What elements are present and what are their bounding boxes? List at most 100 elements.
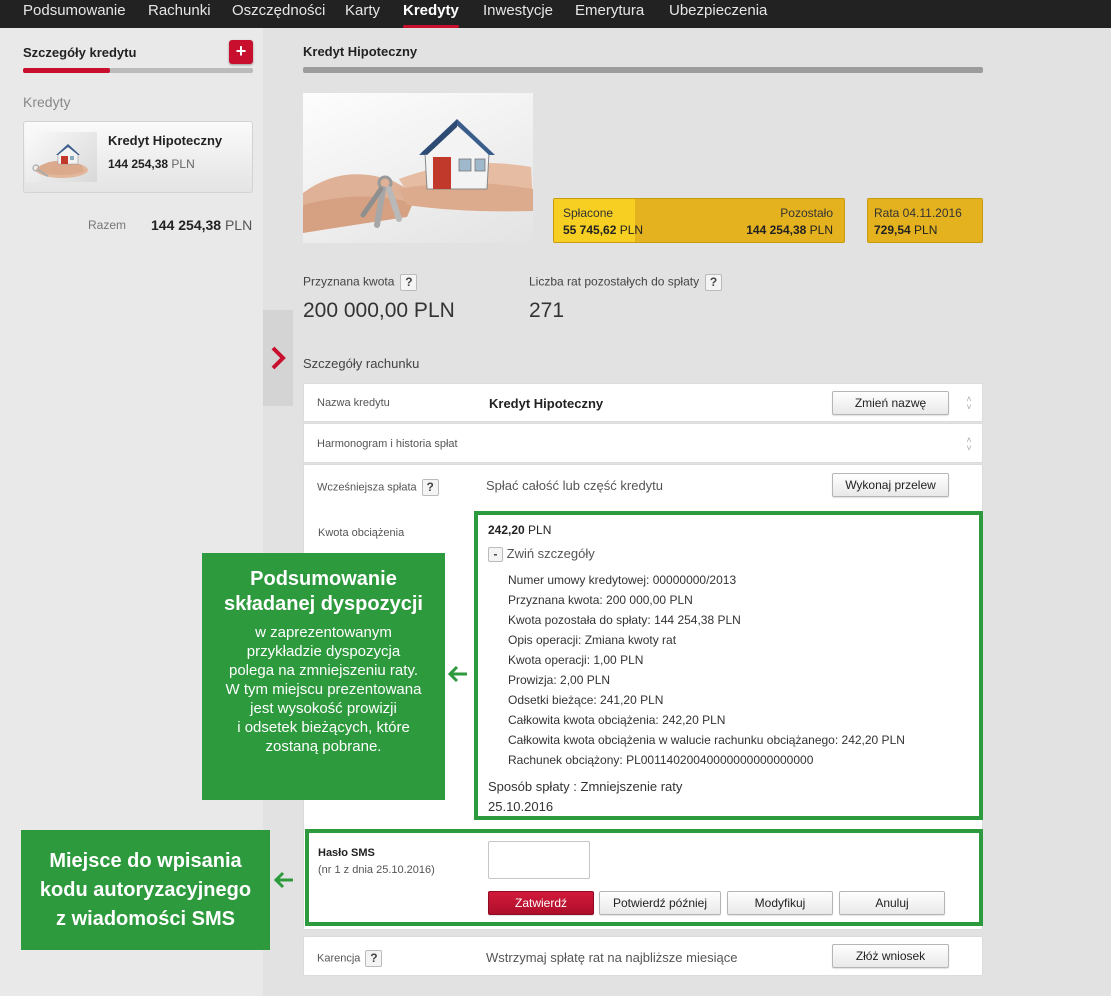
callout-body-line: W tym miejscu prezentowana	[225, 681, 422, 698]
nav-ubezpieczenia[interactable]: Ubezpieczenia	[669, 2, 767, 19]
rename-button[interactable]: Zmień nazwę	[832, 391, 949, 415]
sms-sublabel: (nr 1 z dnia 25.10.2016)	[318, 864, 435, 876]
remaining-installments-label: Liczba rat pozostałych do spłaty?	[529, 274, 723, 291]
detail-line: Opis operacji: Zmiana kwoty rat	[508, 633, 677, 647]
loan-card-name: Kredyt Hipoteczny	[108, 133, 223, 148]
early-repayment-label: Wcześniejsza spłata?	[317, 479, 439, 496]
charge-amount-label: Kwota obciążenia	[318, 527, 405, 539]
sidebar-section-label: Kredyty	[23, 94, 71, 110]
next-installment-amount: 729,54 PLN	[874, 223, 937, 237]
charge-details-highlight: 242,20 PLN - Zwiń szczegóły Numer umowy …	[474, 511, 983, 820]
next-installment-box: Rata 04.11.2016 729,54 PLN	[867, 198, 983, 243]
next-installment-value: 729,54	[874, 223, 911, 237]
callout-heading-line: składanej dyspozycji	[224, 593, 423, 615]
approve-button[interactable]: Zatwierdź	[488, 891, 594, 915]
active-tab-indicator	[403, 25, 459, 28]
cancel-button[interactable]: Anuluj	[839, 891, 945, 915]
callout-heading-line: Miejsce do wpisania	[49, 850, 242, 872]
repayment-progress-bar: Spłacone 55 745,62 PLN Pozostało 144 254…	[553, 198, 845, 243]
remaining-amount-value: 144 254,38	[746, 223, 807, 237]
make-transfer-button[interactable]: Wykonaj przelew	[832, 473, 949, 497]
nav-oszczednosci[interactable]: Oszczędności	[232, 2, 325, 19]
loan-name-label: Nazwa kredytu	[317, 397, 390, 409]
callout-heading-line: kodu autoryzacyjnego	[39, 879, 252, 901]
sms-callout: Miejsce do wpisania kodu autoryzacyjnego…	[21, 830, 270, 950]
detail-line: Rachunek obciążony: PL001140200400000000…	[508, 753, 814, 767]
grace-period-row: Karencja? Wstrzymaj spłatę rat na najbli…	[303, 936, 983, 976]
sidebar-title: Szczegóły kredytu	[23, 45, 137, 60]
nav-karty[interactable]: Karty	[345, 2, 380, 19]
arrow-left-icon	[447, 665, 467, 683]
arrow-left-icon	[273, 871, 293, 889]
total-currency: PLN	[224, 217, 253, 233]
total-label: Razem	[88, 218, 127, 232]
callout-body-line: zostaną pobrane.	[265, 738, 382, 755]
nav-emerytura[interactable]: Emerytura	[575, 2, 644, 19]
remaining-currency: PLN	[809, 223, 833, 237]
expand-collapse-icon[interactable]: ˄ ˅	[964, 395, 974, 412]
detail-line: Kwota operacji: 1,00 PLN	[508, 653, 644, 667]
charge-currency: PLN	[528, 523, 552, 537]
detail-line: Odsetki bieżące: 241,20 PLN	[508, 693, 664, 707]
remaining-installments-label-text: Liczba rat pozostałych do spłaty	[529, 274, 700, 289]
sms-code-input[interactable]	[488, 841, 590, 879]
detail-line: Przyznana kwota: 200 000,00 PLN	[508, 593, 693, 607]
loan-card[interactable]: Kredyt Hipoteczny 144 254,38 PLN	[23, 121, 253, 193]
callout-heading-line: Podsumowanie	[250, 568, 397, 590]
callout-heading-line: z wiadomości SMS	[56, 908, 235, 930]
granted-amount-value: 200 000,00 PLN	[303, 299, 455, 322]
schedule-label: Harmonogram i historia spłat	[317, 438, 458, 450]
page-title-bar	[303, 67, 983, 73]
callout-body-line: i odsetek bieżących, które	[237, 719, 410, 736]
loan-thumbnail-image	[26, 132, 97, 182]
page-title: Kredyt Hipoteczny	[303, 44, 418, 59]
help-icon[interactable]: ?	[400, 274, 418, 291]
repayment-date: 25.10.2016	[488, 799, 554, 814]
callout-body-line: jest wysokość prowizji	[250, 700, 397, 717]
sidebar-toggle-tab[interactable]	[263, 310, 293, 406]
early-repayment-text: Spłać całość lub część kredytu	[486, 478, 664, 493]
charge-amount-value: 242,20	[488, 523, 525, 537]
charge-amount: 242,20 PLN	[488, 523, 551, 537]
paid-currency: PLN	[619, 223, 644, 237]
collapse-details-label: Zwiń szczegóły	[506, 546, 595, 561]
callout-body-line: przykładzie dyspozycja	[246, 643, 401, 660]
add-loan-button[interactable]: +	[229, 40, 253, 64]
detail-line: Całkowita kwota obciążenia: 242,20 PLN	[508, 713, 726, 727]
remaining-amount: 144 254,38 PLN	[746, 223, 833, 237]
grace-period-label: Karencja?	[317, 950, 383, 967]
nav-kredyty[interactable]: Kredyty	[403, 2, 459, 19]
chevron-right-icon	[271, 346, 286, 370]
modify-button[interactable]: Modyfikuj	[727, 891, 833, 915]
schedule-row[interactable]: Harmonogram i historia spłat ˄ ˅	[303, 423, 983, 463]
callout-body-line: polega na zmniejszeniu raty.	[229, 662, 418, 679]
help-icon[interactable]: ?	[421, 479, 439, 496]
expand-collapse-icon[interactable]: ˄ ˅	[964, 436, 974, 453]
total-amount-value: 144 254,38	[151, 217, 222, 233]
remaining-installments-value: 271	[529, 299, 565, 322]
help-icon[interactable]: ?	[705, 274, 723, 291]
confirm-later-button[interactable]: Potwierdź później	[599, 891, 721, 915]
nav-inwestycje[interactable]: Inwestycje	[483, 2, 553, 19]
loan-name-value: Kredyt Hipoteczny	[489, 396, 604, 411]
loan-card-amount-value: 144 254,38	[108, 157, 169, 171]
detail-line: Kwota pozostała do spłaty: 144 254,38 PL…	[508, 613, 741, 627]
granted-amount-label-text: Przyznana kwota	[303, 274, 395, 289]
paid-label: Spłacone	[563, 206, 614, 220]
help-icon[interactable]: ?	[365, 950, 383, 967]
repayment-method: Sposób spłaty : Zmniejszenie raty	[488, 779, 683, 794]
loan-card-currency: PLN	[171, 157, 195, 171]
next-installment-label: Rata 04.11.2016	[874, 206, 962, 220]
nav-podsumowanie[interactable]: Podsumowanie	[23, 2, 126, 19]
summary-callout: Podsumowanie składanej dyspozycji w zapr…	[202, 553, 445, 800]
total-amount: 144 254,38 PLN	[151, 217, 252, 233]
nav-rachunki[interactable]: Rachunki	[148, 2, 211, 19]
paid-amount-value: 55 745,62	[563, 223, 617, 237]
collapse-details-toggle[interactable]: - Zwiń szczegóły	[488, 546, 595, 563]
loan-hero-image	[303, 93, 533, 243]
grace-period-label-text: Karencja	[317, 952, 361, 965]
top-navigation: Podsumowanie Rachunki Oszczędności Karty…	[0, 0, 1111, 28]
loan-name-row: Nazwa kredytu Kredyt Hipoteczny Zmień na…	[303, 383, 983, 422]
submit-request-button[interactable]: Złóż wniosek	[832, 944, 949, 968]
detail-line: Prowizja: 2,00 PLN	[508, 673, 611, 687]
